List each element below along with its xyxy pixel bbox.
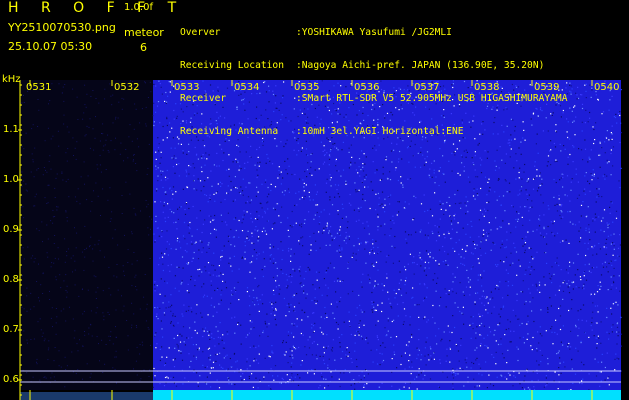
x-tick-label: 0534 xyxy=(234,82,260,93)
meteor-label: meteor xyxy=(124,26,164,39)
info-value: :SMart RTL-SDR V5 52.905MHz USB HIGASHIM… xyxy=(296,93,568,104)
info-key: Receiving Location xyxy=(180,60,284,71)
info-row-antenna: Receiving Antenna :10mH 3el.YAGI Horizon… xyxy=(180,126,567,137)
x-tick-label: 0537 xyxy=(414,82,440,93)
bottom-band xyxy=(153,390,621,400)
meteor-count: 6 xyxy=(140,41,147,54)
x-tick-label: 0535 xyxy=(294,82,320,93)
x-tick-label: 0540 xyxy=(594,82,620,93)
x-tick-label: 0531 xyxy=(26,82,52,93)
bottom-band-dark xyxy=(20,392,153,400)
x-tick-label: 0533 xyxy=(174,82,200,93)
app-version: 1.0.0f xyxy=(124,2,153,13)
info-value: :YOSHIKAWA Yasufumi /JG2MLI xyxy=(296,27,452,38)
info-value: :Nagoya Aichi-pref. JAPAN (136.90E, 35.2… xyxy=(296,60,545,71)
image-datetime: 25.10.07 05:30 xyxy=(8,40,93,53)
info-row-location: Receiving Location :Nagoya Aichi-pref. J… xyxy=(180,60,567,71)
y-tick-label: 0.7 xyxy=(3,324,19,335)
app-title: H R O F F T xyxy=(8,0,186,16)
image-filename: YY2510070530.png xyxy=(8,21,116,34)
station-info: Overver :YOSHIKAWA Yasufumi /JG2MLI Rece… xyxy=(180,5,567,148)
info-key: Overver xyxy=(180,27,221,38)
info-key: Receiving Antenna xyxy=(180,126,279,137)
info-row-receiver: Receiver :SMart RTL-SDR V5 52.905MHz USB… xyxy=(180,93,567,104)
y-tick-label: 0.6 xyxy=(3,374,19,385)
y-tick-label: 0.9 xyxy=(3,224,19,235)
y-tick-label: 1.1 xyxy=(3,124,19,135)
y-axis-unit: kHz xyxy=(2,74,21,85)
info-key: Receiver xyxy=(180,93,227,104)
info-value: :10mH 3el.YAGI Horizontal:ENE xyxy=(296,126,464,137)
x-tick-label: 0539 xyxy=(534,82,560,93)
y-tick-label: 0.8 xyxy=(3,274,19,285)
x-tick-label: 0536 xyxy=(354,82,380,93)
x-tick-label: 0532 xyxy=(114,82,140,93)
y-tick-label: 1.0 xyxy=(3,174,19,185)
x-tick-label: 0538 xyxy=(474,82,500,93)
info-row-observer: Overver :YOSHIKAWA Yasufumi /JG2MLI xyxy=(180,27,567,38)
